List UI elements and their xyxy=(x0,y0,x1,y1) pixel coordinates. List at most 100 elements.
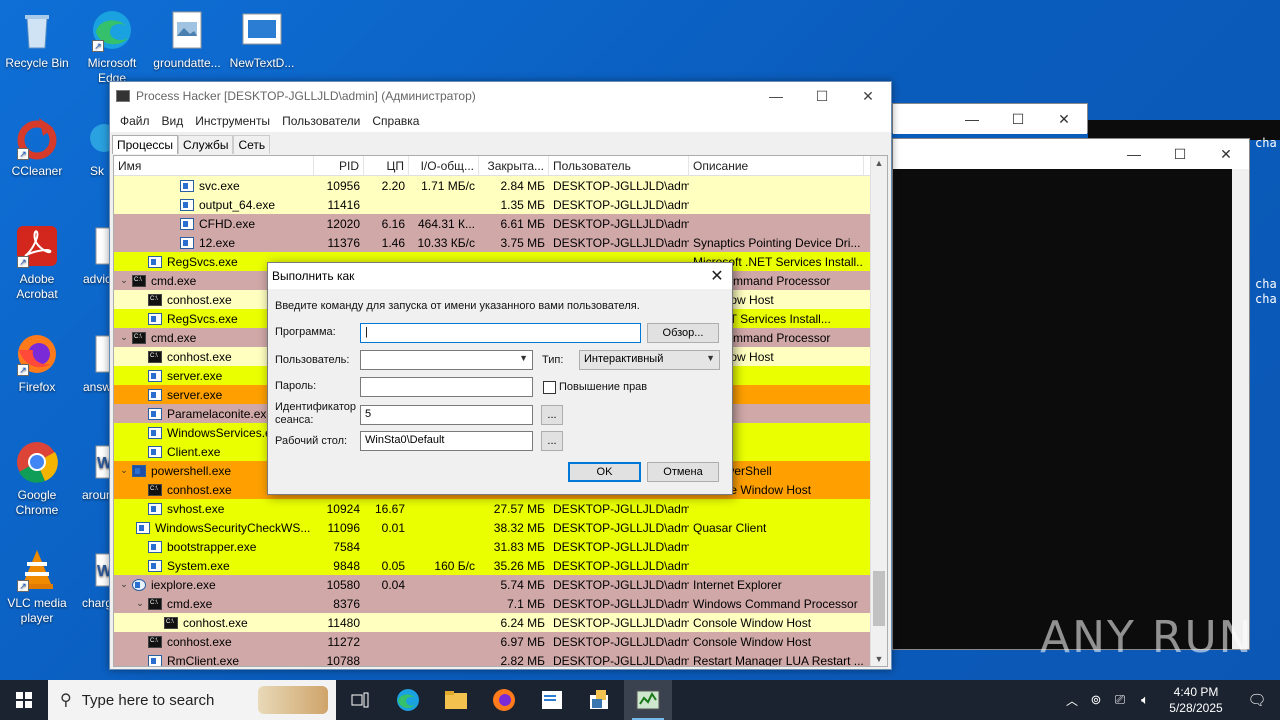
firefox-icon[interactable] xyxy=(480,680,528,720)
desktop-input[interactable]: WinSta0\Default xyxy=(360,431,533,451)
close-icon[interactable]: ✕ xyxy=(1203,146,1249,163)
menu-file[interactable]: Файл xyxy=(114,114,156,128)
close-icon[interactable]: ✕ xyxy=(702,266,732,286)
desktop-icon-vlc[interactable]: ↗ VLC media player xyxy=(0,548,74,626)
minimize-icon[interactable]: — xyxy=(949,111,995,127)
application-icon xyxy=(148,388,162,401)
user-combobox[interactable]: ▼ xyxy=(360,350,533,370)
desktop-icon-advic[interactable]: advic xyxy=(82,224,112,287)
scroll-down-icon[interactable]: ▼ xyxy=(871,654,887,664)
close-icon[interactable]: ✕ xyxy=(845,88,891,105)
table-row[interactable]: conhost.exe 11480 6.24 МБ DESKTOP-JGLLJLD\a… xyxy=(114,613,887,632)
ok-button[interactable]: OK xyxy=(568,462,641,482)
cancel-button[interactable]: Отмена xyxy=(647,462,719,482)
chevron-down-icon[interactable]: ⌄ xyxy=(118,332,130,343)
security-icon[interactable]: ⊚ xyxy=(1084,692,1108,708)
start-button[interactable] xyxy=(0,680,48,720)
column-cpu[interactable]: ЦП xyxy=(364,156,409,175)
menu-help[interactable]: Справка xyxy=(366,114,425,128)
taskbar-search[interactable]: ⚲ Type here to search xyxy=(48,680,336,720)
clock[interactable]: 4:40 PM 5/28/2025 xyxy=(1158,684,1234,716)
table-row[interactable]: ⌄ iexplore.exe 10580 0.04 5.74 МБ DESKTOP-JGL… xyxy=(114,575,887,594)
process-cpu: 16.67 xyxy=(374,501,405,516)
process-list-scrollbar[interactable]: ▲ ▼ xyxy=(870,156,887,666)
desktop-icon-acrobat[interactable]: ↗ Adobe Acrobat xyxy=(0,224,74,302)
table-row[interactable]: RmClient.exe 10788 2.82 МБ DESKTOP-JGLLJLD\… xyxy=(114,651,887,666)
table-row[interactable]: ⌄ cmd.exe 8376 7.1 МБ DESKTOP-JGLLJLD\admi Wi… xyxy=(114,594,887,613)
python-icon[interactable] xyxy=(576,680,624,720)
background-window-1[interactable]: — ☐ ✕ xyxy=(892,103,1088,134)
column-description[interactable]: Описание xyxy=(689,156,864,175)
console-scrollbar[interactable] xyxy=(1232,169,1249,649)
desktop-icon-firefox[interactable]: ↗ Firefox xyxy=(0,332,74,395)
browse-button[interactable]: Обзор... xyxy=(647,323,719,343)
network-icon[interactable]: ⎚ xyxy=(1108,692,1132,708)
chevron-down-icon[interactable]: ⌄ xyxy=(118,465,130,476)
table-row[interactable]: bootstrapper.exe 7584 31.83 МБ DESKTOP-JGLL… xyxy=(114,537,887,556)
scroll-thumb[interactable] xyxy=(873,571,885,626)
minimize-icon[interactable]: — xyxy=(753,88,799,104)
scroll-up-icon[interactable]: ▲ xyxy=(871,158,887,168)
desktop-icon-document[interactable]: NewTextD... xyxy=(225,8,299,71)
chevron-up-icon[interactable]: ︿ xyxy=(1060,692,1084,709)
volume-icon[interactable]: 🔈︎ xyxy=(1132,692,1158,708)
session-id-input[interactable]: 5 xyxy=(360,405,533,425)
minimize-icon[interactable]: — xyxy=(1111,146,1157,162)
file-explorer-icon[interactable] xyxy=(432,680,480,720)
elevate-checkbox[interactable] xyxy=(543,381,556,394)
edge-icon[interactable] xyxy=(384,680,432,720)
tab-services[interactable]: Службы xyxy=(178,135,234,154)
column-io[interactable]: I/O-общ... xyxy=(409,156,479,175)
menu-tools[interactable]: Инструменты xyxy=(189,114,276,128)
desktop-icon-chrome[interactable]: Google Chrome xyxy=(0,440,74,518)
program-input[interactable]: | xyxy=(360,323,641,343)
maximize-icon[interactable]: ☐ xyxy=(1157,146,1203,163)
process-hacker-taskbar-icon[interactable] xyxy=(624,680,672,720)
maximize-icon[interactable]: ☐ xyxy=(995,111,1041,128)
title-bar[interactable]: Process Hacker [DESKTOP-JGLLJLD\admin] (… xyxy=(110,82,891,110)
desktop-icon-answ[interactable]: answ xyxy=(82,332,112,395)
column-user[interactable]: Пользователь xyxy=(549,156,689,175)
process-user-name: DESKTOP-JGLLJLD\admi xyxy=(553,539,689,554)
desktop-icon-aroun[interactable]: W aroun xyxy=(82,440,112,503)
chevron-down-icon[interactable]: ⌄ xyxy=(118,579,130,590)
table-row[interactable]: conhost.exe 11272 6.97 МБ DESKTOP-JGLLJLD\a… xyxy=(114,632,887,651)
column-name[interactable]: Имя xyxy=(114,156,314,175)
table-row[interactable]: System.exe 9848 0.05 160 Б/с 35.26 МБ DESKTOP… xyxy=(114,556,887,575)
desktop-icon-ccleaner[interactable]: ↗ CCleaner xyxy=(0,116,74,179)
desktop-browse-button[interactable]: ... xyxy=(541,431,563,451)
acrobat-icon: ↗ xyxy=(15,224,59,268)
menu-users[interactable]: Пользователи xyxy=(276,114,366,128)
chevron-down-icon[interactable]: ⌄ xyxy=(118,275,130,286)
dialog-title-bar[interactable]: Выполнить как ✕ xyxy=(268,263,732,289)
column-private-bytes[interactable]: Закрыта... xyxy=(479,156,549,175)
process-user-name: DESKTOP-JGLLJLD\admi xyxy=(553,178,689,193)
table-row[interactable]: WindowsSecurityCheckWS... 11096 0.01 38.32 … xyxy=(114,518,887,537)
task-view-icon[interactable] xyxy=(336,680,384,720)
process-description: Quasar Client xyxy=(693,520,767,535)
run-as-dialog[interactable]: Выполнить как ✕ Введите команду для запу… xyxy=(267,262,733,495)
password-input[interactable] xyxy=(360,377,533,397)
desktop-icon-edge[interactable]: ↗ Microsoft Edge xyxy=(75,8,149,86)
table-row[interactable]: svc.exe 10956 2.20 1.71 МБ/с 2.84 МБ DESKTOP-… xyxy=(114,176,887,195)
tab-processes[interactable]: Процессы xyxy=(112,135,179,154)
notifications-icon[interactable]: 🗨︎ xyxy=(1234,691,1280,709)
session-browse-button[interactable]: ... xyxy=(541,405,563,425)
desktop-icon-skype[interactable]: Sk xyxy=(82,116,112,179)
tab-network[interactable]: Сеть xyxy=(233,135,271,154)
table-row[interactable]: 12.exe 11376 1.46 10.33 КБ/с 3.75 МБ DESKTOP-… xyxy=(114,233,887,252)
column-pid[interactable]: PID xyxy=(314,156,364,175)
maximize-icon[interactable]: ☐ xyxy=(799,88,845,105)
menu-view[interactable]: Вид xyxy=(156,114,190,128)
chevron-down-icon[interactable]: ⌄ xyxy=(134,598,146,609)
desktop-icon-image[interactable]: groundatte... xyxy=(150,8,224,71)
background-console-window[interactable]: — ☐ ✕ xyxy=(892,138,1250,650)
notepad-icon[interactable] xyxy=(528,680,576,720)
table-row[interactable]: CFHD.exe 12020 6.16 464.31 К... 6.61 МБ DESKT… xyxy=(114,214,887,233)
desktop-icon-charg[interactable]: W charg xyxy=(82,548,112,611)
close-icon[interactable]: ✕ xyxy=(1041,111,1087,128)
type-select[interactable]: Интерактивный ▼ xyxy=(579,350,720,370)
desktop-icon-recycle-bin[interactable]: Recycle Bin xyxy=(0,8,74,71)
table-row[interactable]: svhost.exe 10924 16.67 27.57 МБ DESKTOP-JGLL… xyxy=(114,499,887,518)
table-row[interactable]: output_64.exe 11416 1.35 МБ DESKTOP-JGLLJLD… xyxy=(114,195,887,214)
